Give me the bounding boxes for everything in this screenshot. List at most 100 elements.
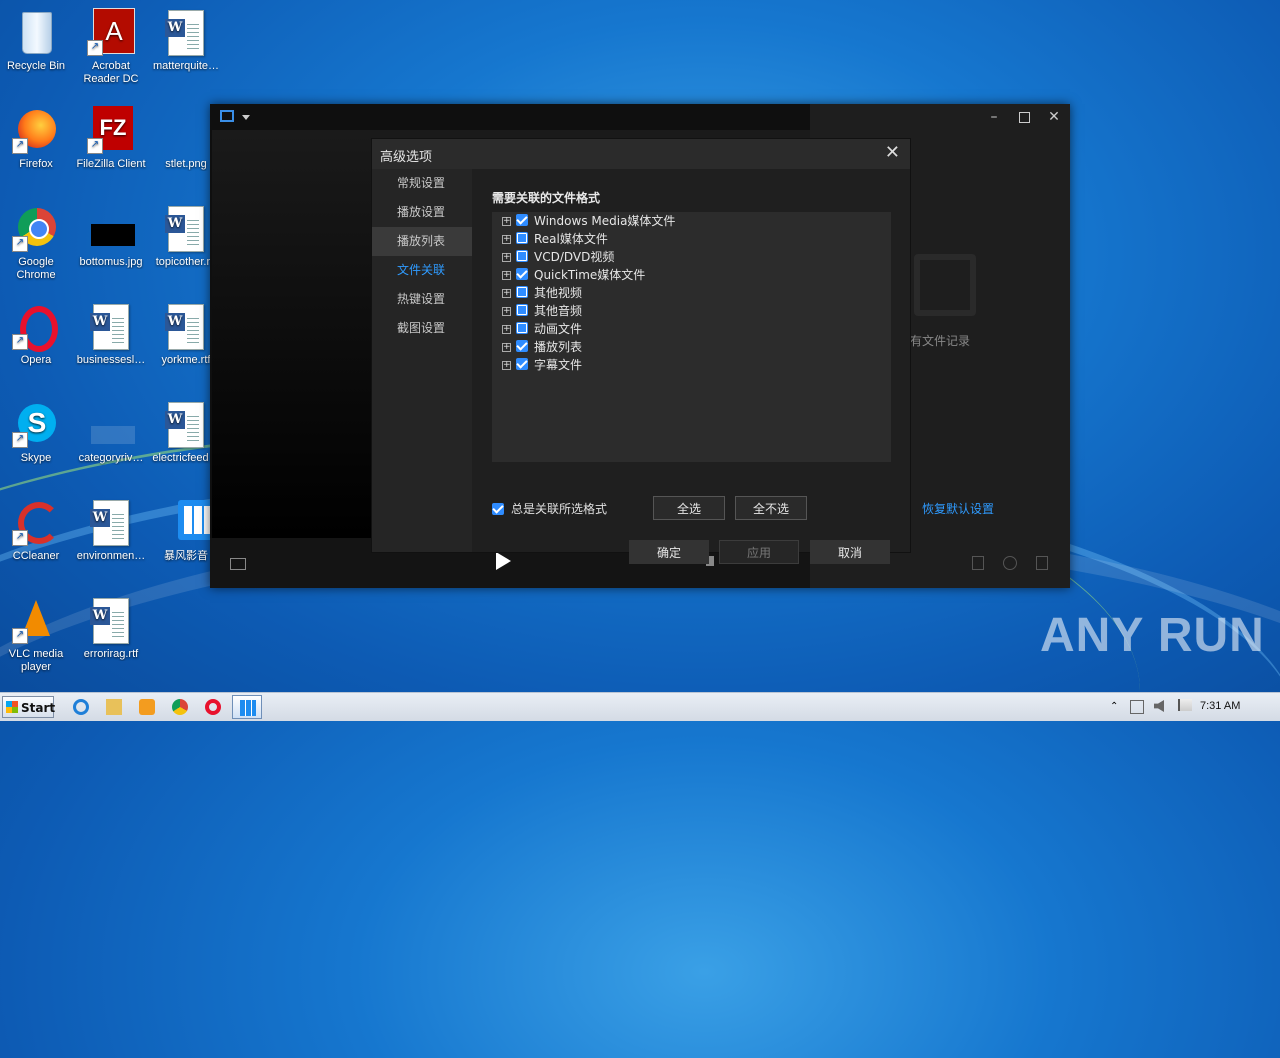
expand-icon[interactable]: +	[502, 361, 511, 370]
nav-item-playlist[interactable]: 播放列表	[372, 227, 472, 256]
loop-icon[interactable]	[1003, 556, 1017, 570]
expand-icon[interactable]: +	[502, 271, 511, 280]
toolbox-icon[interactable]	[230, 558, 246, 570]
dialog-title: 高级选项	[380, 150, 433, 165]
desktop-icon-recycle-bin[interactable]: Recycle Bin	[0, 8, 75, 73]
filezilla-icon: FZ ↗	[87, 106, 135, 154]
volume-icon[interactable]	[1154, 700, 1164, 712]
word-document-icon: W	[162, 400, 210, 448]
close-icon[interactable]: ✕	[885, 144, 900, 162]
baofeng-player-icon	[240, 700, 256, 716]
ok-button[interactable]: 确定	[629, 540, 709, 564]
expand-icon[interactable]: +	[502, 235, 511, 244]
desktop-icon-environmen[interactable]: W environmen…	[72, 498, 150, 563]
tree-row-animation[interactable]: + 动画文件	[492, 320, 891, 338]
always-associate-checkbox[interactable]	[492, 503, 504, 515]
always-associate-label: 总是关联所选格式	[511, 502, 608, 516]
skype-icon: S ↗	[12, 400, 60, 448]
format-checkbox[interactable]	[516, 268, 528, 280]
word-document-icon: W	[87, 302, 135, 350]
network-icon[interactable]	[1130, 700, 1144, 714]
taskbar-chrome[interactable]	[165, 695, 195, 719]
desktop-icon-acrobat[interactable]: A ↗ Acrobat Reader DC	[72, 8, 150, 86]
tree-row-real[interactable]: + Real媒体文件	[492, 230, 891, 248]
expand-icon[interactable]: +	[502, 307, 511, 316]
open-file-icon[interactable]	[972, 556, 984, 570]
tree-row-other-audio[interactable]: + 其他音频	[492, 302, 891, 320]
folder-icon	[106, 699, 122, 715]
trash-icon[interactable]	[1036, 556, 1048, 570]
desktop-icon-vlc[interactable]: ↗ VLC media player	[0, 596, 75, 674]
start-button[interactable]: Start	[2, 696, 55, 718]
format-checkbox[interactable]	[516, 232, 528, 244]
chevron-up-icon[interactable]: ⌃	[1110, 701, 1118, 712]
apply-button[interactable]: 应用	[719, 540, 799, 564]
word-document-icon: W	[162, 8, 210, 56]
format-checkbox[interactable]	[516, 340, 528, 352]
image-file-icon	[162, 106, 210, 154]
desktop-icon-skype[interactable]: S ↗ Skype	[0, 400, 75, 465]
expand-icon[interactable]: +	[502, 325, 511, 334]
desktop-icon-bottomus-jpg[interactable]: bottomus.jpg	[72, 204, 150, 269]
format-checkbox[interactable]	[516, 358, 528, 370]
minimize-icon[interactable]: –	[986, 109, 1002, 125]
taskbar-media-player[interactable]	[132, 695, 162, 719]
maximize-icon[interactable]	[1016, 109, 1032, 125]
format-checkbox[interactable]	[516, 250, 528, 262]
tree-row-quicktime[interactable]: + QuickTime媒体文件	[492, 266, 891, 284]
word-document-icon: W	[87, 498, 135, 546]
taskbar-explorer[interactable]	[99, 695, 129, 719]
select-none-button[interactable]: 全不选	[735, 496, 807, 520]
taskbar-ie[interactable]	[66, 695, 96, 719]
chrome-icon	[172, 699, 188, 715]
desktop-icon-firefox[interactable]: ↗ Firefox	[0, 106, 75, 171]
format-checkbox[interactable]	[516, 322, 528, 334]
format-checkbox[interactable]	[516, 304, 528, 316]
clock[interactable]: 7:31 AM	[1200, 700, 1240, 712]
desktop-icon-matterquite[interactable]: W matterquite…	[147, 8, 225, 73]
desktop-icon-opera[interactable]: ↗ Opera	[0, 302, 75, 367]
format-checkbox[interactable]	[516, 286, 528, 298]
vlc-icon: ↗	[12, 596, 60, 644]
nav-item-screenshot[interactable]: 截图设置	[372, 314, 472, 343]
nav-item-hotkeys[interactable]: 热键设置	[372, 285, 472, 314]
expand-icon[interactable]: +	[502, 217, 511, 226]
close-icon[interactable]: ✕	[1046, 109, 1062, 125]
tree-row-playlist[interactable]: + 播放列表	[492, 338, 891, 356]
word-document-icon: W	[87, 596, 135, 644]
nav-item-general[interactable]: 常规设置	[372, 169, 472, 198]
nav-item-file-association[interactable]: 文件关联	[372, 256, 472, 285]
desktop-icon-categoryriv[interactable]: categoryriv…	[72, 400, 150, 465]
player-titlebar: – ✕	[210, 104, 1070, 130]
desktop-icon-google-chrome[interactable]: ↗ Google Chrome	[0, 204, 75, 282]
internet-explorer-icon	[73, 699, 89, 715]
app-menu-icon[interactable]	[220, 110, 234, 122]
image-file-icon	[87, 400, 135, 448]
tree-row-other-video[interactable]: + 其他视频	[492, 284, 891, 302]
taskbar-baofeng[interactable]	[232, 695, 262, 719]
cancel-button[interactable]: 取消	[810, 540, 890, 564]
chevron-down-icon[interactable]	[242, 115, 250, 120]
tree-row-vcd-dvd[interactable]: + VCD/DVD视频	[492, 248, 891, 266]
expand-icon[interactable]: +	[502, 289, 511, 298]
desktop-icon-filezilla[interactable]: FZ ↗ FileZilla Client	[72, 106, 150, 171]
play-icon[interactable]	[496, 552, 511, 570]
advanced-options-dialog: 高级选项 ✕ 常规设置 播放设置 播放列表 文件关联 热键设置 截图设置 需要关…	[371, 138, 994, 564]
format-tree[interactable]: + Windows Media媒体文件 + Real媒体文件 + VCD/DVD…	[492, 212, 891, 462]
desktop-icon-ccleaner[interactable]: ↗ CCleaner	[0, 498, 75, 563]
select-all-button[interactable]: 全选	[653, 496, 725, 520]
desktop-icon-errorirag[interactable]: W errorirag.rtf	[72, 596, 150, 661]
desktop-icon-businessesl[interactable]: W businessesl…	[72, 302, 150, 367]
flag-icon[interactable]	[1178, 699, 1192, 711]
tree-row-subtitles[interactable]: + 字幕文件	[492, 356, 891, 374]
section-title: 需要关联的文件格式	[492, 191, 601, 205]
expand-icon[interactable]: +	[502, 253, 511, 262]
expand-icon[interactable]: +	[502, 343, 511, 352]
acrobat-icon: A ↗	[87, 8, 135, 56]
tree-row-windows-media[interactable]: + Windows Media媒体文件	[492, 212, 891, 230]
format-checkbox[interactable]	[516, 214, 528, 226]
taskbar-opera[interactable]	[198, 695, 228, 719]
windows-logo-icon	[6, 701, 18, 713]
restore-defaults-link[interactable]: 恢复默认设置	[922, 500, 994, 517]
nav-item-playback[interactable]: 播放设置	[372, 198, 472, 227]
